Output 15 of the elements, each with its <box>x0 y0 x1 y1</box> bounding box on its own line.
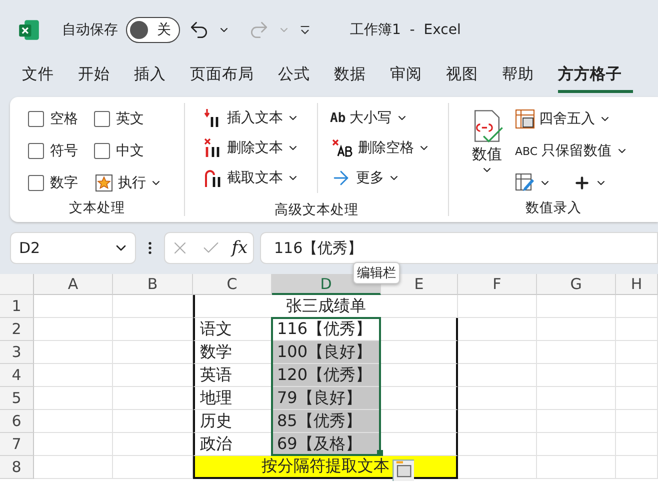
case-icon: Ab <box>330 110 346 126</box>
checkbox-label: 英文 <box>116 110 144 128</box>
autosave-label: 自动保存 <box>62 21 118 39</box>
window-title: 工作簿1 - Excel <box>350 21 461 39</box>
group-label: 文本处理 <box>68 199 126 218</box>
footer-cell: 按分隔符提取文本 <box>193 456 458 479</box>
tooltip: 编辑栏 <box>353 262 400 284</box>
checkbox-label: 数字 <box>50 174 78 192</box>
checkbox-label: 中文 <box>116 142 144 160</box>
group-label: 高级文本处理 <box>274 201 360 220</box>
checkbox-label: 符号 <box>50 142 78 160</box>
group-label: 数值录入 <box>524 199 582 218</box>
table-title: 张三成绩单 <box>193 295 458 318</box>
checkbox-label: 空格 <box>50 110 78 128</box>
abc-icon: ABC <box>515 144 538 158</box>
